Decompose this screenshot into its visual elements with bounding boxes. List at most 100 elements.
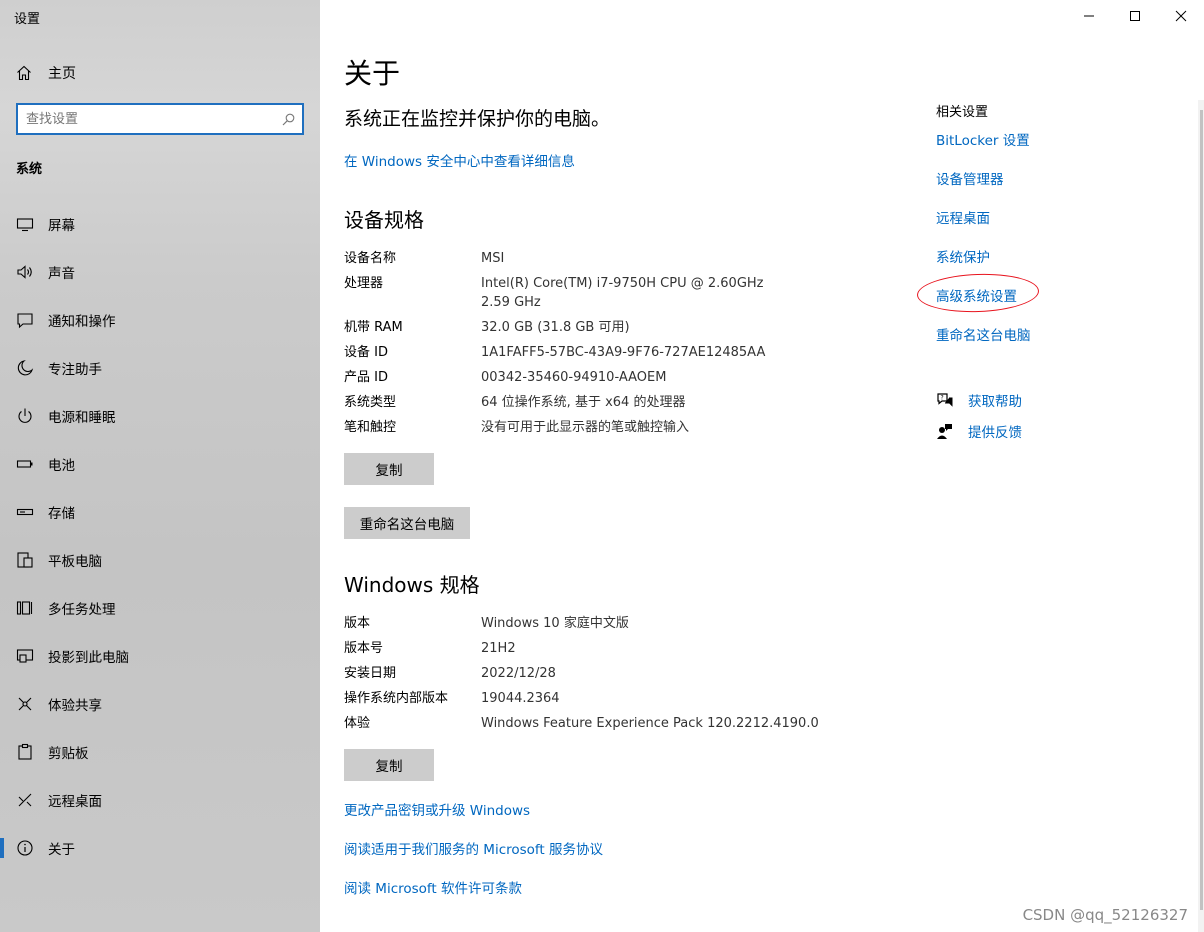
sidebar-item-display[interactable]: 屏幕	[0, 204, 320, 244]
watermark: CSDN @qq_52126327	[1022, 906, 1188, 924]
sidebar-item-notifications[interactable]: 通知和操作	[0, 300, 320, 340]
change-product-key-link[interactable]: 更改产品密钥或升级 Windows	[344, 799, 530, 819]
spec-key: 版本号	[344, 641, 384, 656]
maximize-button[interactable]	[1112, 0, 1158, 32]
speaker-icon	[16, 263, 34, 281]
sidebar-item-clipboard[interactable]: 剪贴板	[0, 732, 320, 772]
close-icon	[1175, 10, 1187, 22]
windows-specs-heading: Windows 规格	[344, 573, 480, 597]
system-protection-link[interactable]: 系统保护	[936, 246, 990, 266]
spec-value: Windows 10 家庭中文版	[481, 616, 629, 631]
get-help-link[interactable]: ? 获取帮助	[936, 389, 1022, 411]
close-button[interactable]	[1158, 0, 1204, 32]
search-icon[interactable]	[274, 113, 302, 126]
scrollbar-thumb[interactable]	[1200, 110, 1203, 910]
spec-key: 笔和触控	[344, 420, 397, 435]
copy-windows-specs-button[interactable]: 复制	[344, 749, 434, 781]
spec-key: 机带 RAM	[344, 320, 403, 335]
sidebar-item-label: 投影到此电脑	[48, 650, 129, 666]
spec-key: 版本	[344, 616, 371, 631]
protection-status: 系统正在监控并保护你的电脑。	[344, 108, 611, 130]
spec-value: 1A1FAFF5-57BC-43A9-9F76-727AE12485AA	[481, 345, 766, 360]
moon-icon	[16, 359, 34, 377]
search-box[interactable]	[16, 103, 304, 135]
sidebar-item-label: 专注助手	[48, 362, 102, 378]
sidebar-section-title: 系统	[16, 162, 43, 177]
spec-key: 设备 ID	[344, 345, 388, 360]
spec-value: Windows Feature Experience Pack 120.2212…	[481, 716, 819, 731]
spec-key: 操作系统内部版本	[344, 691, 449, 706]
page-title: 关于	[344, 57, 401, 90]
chat-help-icon: ?	[937, 393, 953, 407]
spec-key: 处理器	[344, 276, 384, 291]
sidebar-item-label: 通知和操作	[48, 314, 116, 330]
security-center-link[interactable]: 在 Windows 安全中心中查看详细信息	[344, 150, 575, 170]
minimize-icon	[1084, 15, 1094, 17]
remote-desktop-link[interactable]: 远程桌面	[936, 207, 990, 227]
get-help-label: 获取帮助	[968, 394, 1022, 410]
share-icon	[16, 695, 34, 713]
rename-pc-button[interactable]: 重命名这台电脑	[344, 507, 470, 539]
main-panel: 关于 系统正在监控并保护你的电脑。 在 Windows 安全中心中查看详细信息 …	[320, 0, 1204, 932]
sidebar-item-focus-assist[interactable]: 专注助手	[0, 348, 320, 388]
spec-value: 00342-35460-94910-AAOEM	[481, 370, 667, 385]
remote-icon	[16, 791, 34, 809]
sidebar-item-power-sleep[interactable]: 电源和睡眠	[0, 396, 320, 436]
spec-value: Intel(R) Core(TM) i7-9750H CPU @ 2.60GHz…	[481, 276, 764, 310]
storage-icon	[16, 503, 34, 521]
sidebar-item-label: 电源和睡眠	[48, 410, 116, 426]
sidebar-item-multitasking[interactable]: 多任务处理	[0, 588, 320, 628]
copy-device-specs-button[interactable]: 复制	[344, 453, 434, 485]
bitlocker-settings-link[interactable]: BitLocker 设置	[936, 129, 1030, 149]
sidebar-item-about[interactable]: 关于	[0, 828, 320, 868]
sidebar-item-label: 屏幕	[48, 218, 75, 234]
window-controls	[1066, 0, 1204, 32]
give-feedback-link[interactable]: 提供反馈	[936, 420, 1022, 442]
sidebar-item-label: 平板电脑	[48, 554, 102, 570]
home-nav-item[interactable]: 主页	[16, 62, 76, 84]
give-feedback-label: 提供反馈	[968, 425, 1022, 441]
related-settings-title: 相关设置	[936, 105, 989, 120]
sidebar: 设置 主页 系统 屏幕 声音 通知和操作 专注助手 电源和睡眠 电池 存储	[0, 0, 320, 932]
home-icon	[17, 65, 31, 81]
sidebar-item-label: 多任务处理	[48, 602, 116, 618]
sidebar-item-label: 关于	[48, 842, 75, 858]
search-input[interactable]	[18, 105, 274, 133]
window-title: 设置	[14, 12, 41, 27]
sidebar-item-project-to-pc[interactable]: 投影到此电脑	[0, 636, 320, 676]
battery-icon	[16, 455, 34, 473]
rename-this-pc-link[interactable]: 重命名这台电脑	[936, 324, 1031, 344]
sidebar-item-storage[interactable]: 存储	[0, 492, 320, 532]
spec-key: 体验	[344, 716, 371, 731]
monitor-icon	[16, 215, 34, 233]
spec-value: 没有可用于此显示器的笔或触控输入	[481, 420, 690, 435]
power-icon	[16, 407, 34, 425]
sidebar-item-shared-experiences[interactable]: 体验共享	[0, 684, 320, 724]
sidebar-item-label: 体验共享	[48, 698, 102, 714]
license-terms-link[interactable]: 阅读 Microsoft 软件许可条款	[344, 877, 522, 897]
tablet-icon	[16, 551, 34, 569]
spec-value: 21H2	[481, 641, 516, 656]
annotation-circle	[916, 271, 1040, 315]
maximize-icon	[1130, 11, 1140, 21]
info-icon	[16, 839, 34, 857]
spec-key: 安装日期	[344, 666, 397, 681]
sidebar-item-tablet[interactable]: 平板电脑	[0, 540, 320, 580]
project-icon	[16, 647, 34, 665]
sidebar-item-sound[interactable]: 声音	[0, 252, 320, 292]
home-label: 主页	[48, 66, 76, 82]
spec-key: 设备名称	[344, 251, 397, 266]
sidebar-item-label: 剪贴板	[48, 746, 89, 762]
device-specs-heading: 设备规格	[344, 208, 424, 232]
sidebar-item-remote-desktop[interactable]: 远程桌面	[0, 780, 320, 820]
sidebar-item-label: 电池	[48, 458, 75, 474]
device-manager-link[interactable]: 设备管理器	[936, 168, 1004, 188]
clipboard-icon	[16, 743, 34, 761]
notification-icon	[16, 311, 34, 329]
sidebar-item-battery[interactable]: 电池	[0, 444, 320, 484]
spec-value: 32.0 GB (31.8 GB 可用)	[481, 320, 630, 335]
spec-value: 64 位操作系统, 基于 x64 的处理器	[481, 395, 686, 410]
minimize-button[interactable]	[1066, 0, 1112, 32]
spec-key: 系统类型	[344, 395, 397, 410]
service-agreement-link[interactable]: 阅读适用于我们服务的 Microsoft 服务协议	[344, 838, 603, 858]
